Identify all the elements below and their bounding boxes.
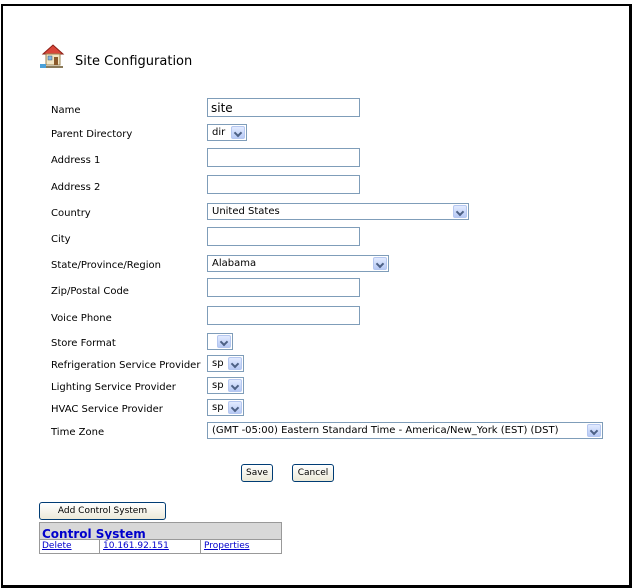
lighting-value: sp: [212, 380, 224, 391]
name-field[interactable]: [207, 98, 360, 117]
delete-link[interactable]: Delete: [42, 541, 72, 551]
refrigeration-select[interactable]: sp: [207, 355, 244, 372]
phone-field[interactable]: [207, 306, 360, 325]
refrigeration-value: sp: [212, 358, 224, 369]
store-format-label: Store Format: [51, 338, 116, 349]
phone-label: Voice Phone: [51, 313, 112, 324]
chevron-down-icon: [231, 126, 245, 139]
control-system-address-link[interactable]: 10.161.92.151: [103, 541, 169, 551]
table-row: Delete 10.161.92.151 Properties: [40, 539, 281, 553]
country-value: United States: [212, 206, 280, 217]
control-system-table: Control System Delete 10.161.92.151 Prop…: [39, 522, 282, 554]
zip-field[interactable]: [207, 278, 360, 297]
parent-directory-label: Parent Directory: [51, 129, 133, 140]
city-label: City: [51, 234, 71, 245]
zip-label: Zip/Postal Code: [51, 286, 129, 297]
hvac-value: sp: [212, 402, 224, 413]
timezone-label: Time Zone: [51, 427, 105, 438]
chevron-down-icon: [228, 401, 242, 414]
column-divider: [200, 540, 201, 553]
timezone-select[interactable]: (GMT -05:00) Eastern Standard Time - Ame…: [207, 422, 603, 439]
chevron-down-icon: [228, 357, 242, 370]
add-control-system-button[interactable]: Add Control System: [39, 502, 166, 520]
hvac-label: HVAC Service Provider: [51, 404, 163, 415]
address1-label: Address 1: [51, 155, 101, 166]
lighting-select[interactable]: sp: [207, 377, 244, 394]
chevron-down-icon: [587, 424, 601, 437]
state-select[interactable]: Alabama: [207, 255, 389, 272]
name-label: Name: [51, 105, 81, 116]
chevron-down-icon: [228, 379, 242, 392]
cancel-button[interactable]: Cancel: [292, 464, 334, 482]
address1-field[interactable]: [207, 148, 360, 167]
save-button[interactable]: Save: [241, 464, 273, 482]
hvac-select[interactable]: sp: [207, 399, 244, 416]
address2-field[interactable]: [207, 175, 360, 194]
column-divider: [99, 540, 100, 553]
city-field[interactable]: [207, 227, 360, 246]
house-icon: [40, 44, 65, 68]
chevron-down-icon: [453, 205, 467, 218]
country-label: Country: [51, 208, 91, 219]
refrigeration-label: Refrigeration Service Provider: [51, 360, 201, 371]
parent-directory-select[interactable]: dir: [207, 124, 247, 141]
timezone-value: (GMT -05:00) Eastern Standard Time - Ame…: [212, 425, 559, 436]
state-value: Alabama: [212, 258, 257, 269]
chevron-down-icon: [217, 335, 231, 348]
properties-link[interactable]: Properties: [204, 541, 249, 551]
parent-directory-value: dir: [212, 127, 226, 138]
address2-label: Address 2: [51, 182, 101, 193]
chevron-down-icon: [373, 257, 387, 270]
store-format-select[interactable]: [207, 333, 233, 350]
control-system-heading[interactable]: Control System: [40, 523, 281, 541]
page-title: Site Configuration: [75, 54, 193, 69]
lighting-label: Lighting Service Provider: [51, 382, 176, 393]
state-label: State/Province/Region: [51, 260, 161, 271]
country-select[interactable]: United States: [207, 203, 469, 220]
